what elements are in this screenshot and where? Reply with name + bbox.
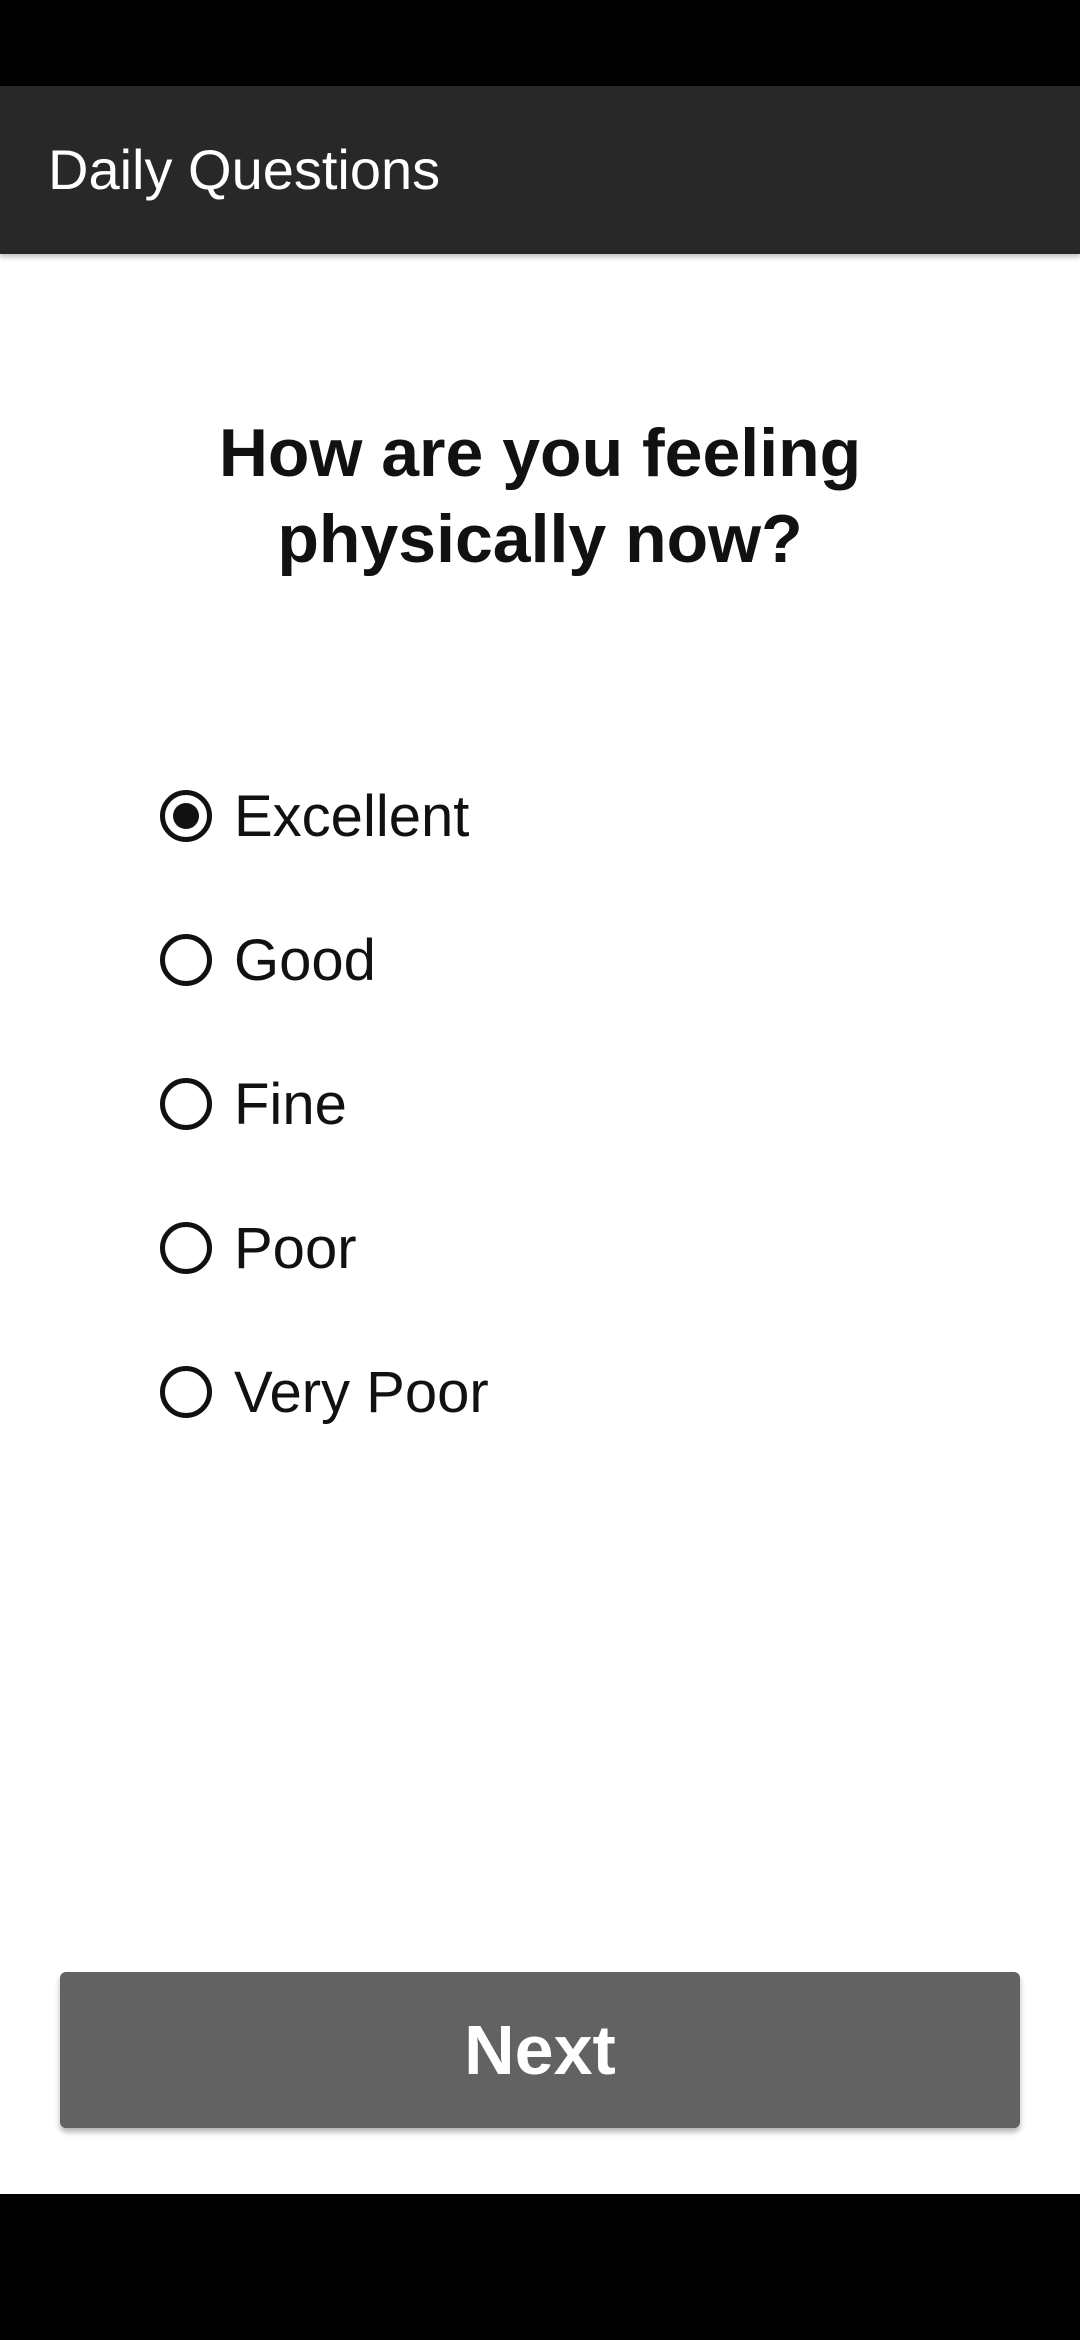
question-screen: How are you feeling physically now? Exce… <box>0 254 1080 2194</box>
next-button[interactable]: Next <box>60 1972 1020 2128</box>
navigation-bar <box>0 2194 1080 2340</box>
radio-button-icon[interactable] <box>160 1078 212 1130</box>
option-label: Very Poor <box>234 1359 489 1425</box>
option-very-poor[interactable]: Very Poor <box>160 1342 860 1442</box>
radio-button-icon[interactable] <box>160 934 212 986</box>
option-excellent[interactable]: Excellent <box>160 766 860 866</box>
option-label: Excellent <box>234 783 470 849</box>
option-label: Fine <box>234 1071 347 1137</box>
option-poor[interactable]: Poor <box>160 1198 860 1298</box>
radio-button-icon[interactable] <box>160 1222 212 1274</box>
option-label: Poor <box>234 1215 357 1281</box>
app-title: Daily Questions <box>48 138 441 201</box>
option-good[interactable]: Good <box>160 910 860 1010</box>
radio-button-icon[interactable] <box>160 1366 212 1418</box>
status-bar <box>0 0 1080 86</box>
option-fine[interactable]: Fine <box>160 1054 860 1154</box>
app-bar: Daily Questions <box>0 86 1080 254</box>
option-label: Good <box>234 927 376 993</box>
question-text: How are you feeling physically now? <box>218 415 862 577</box>
screen: Daily Questions How are you feeling phys… <box>0 0 1080 2340</box>
radio-button-icon[interactable] <box>160 790 212 842</box>
